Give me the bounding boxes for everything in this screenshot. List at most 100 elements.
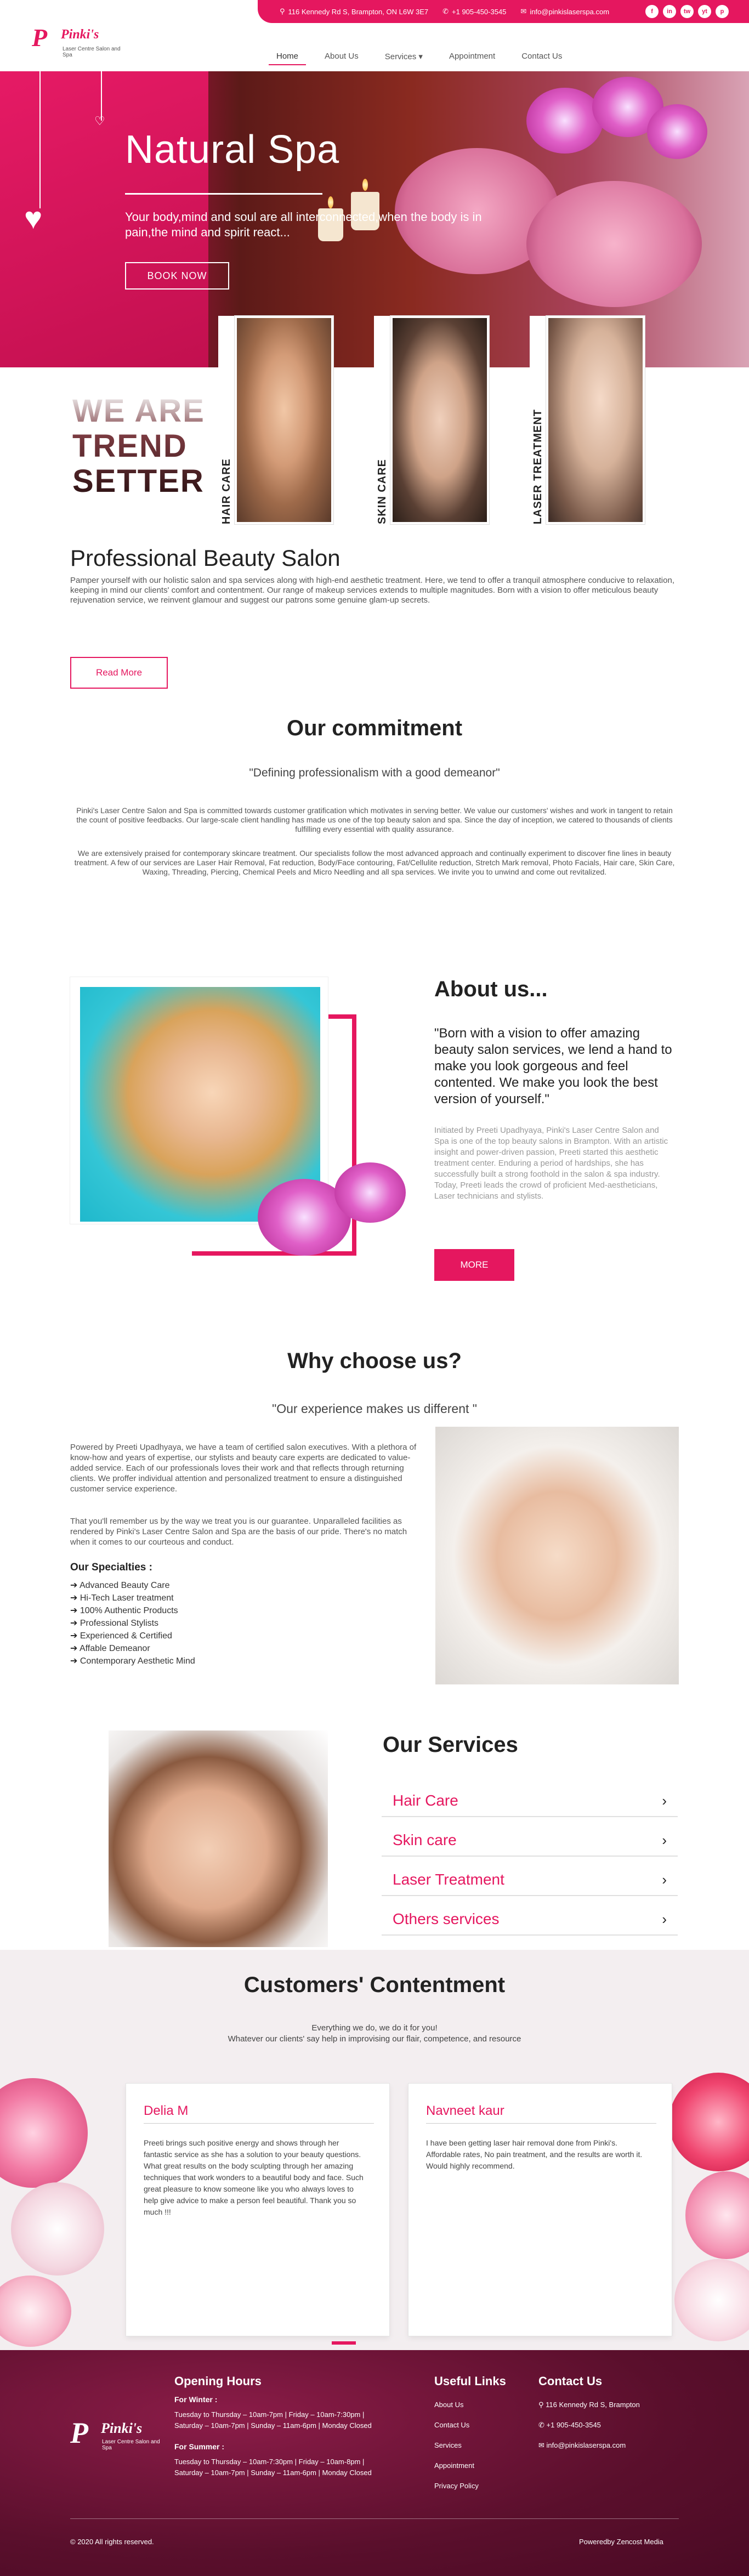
hero-subtitle: Your body,mind and soul are all intercon… [125,210,482,239]
logo-name: Pinki's [61,27,99,42]
read-more-button[interactable]: Read More [70,657,168,689]
service-hair-care[interactable]: Hair Care › [382,1785,678,1817]
specialty-item: 100% Authentic Products [70,1604,195,1617]
winter-hours-1: Tuesday to Thursday – 10am-7pm | Friday … [174,2410,365,2419]
footer-address-text: 116 Kennedy Rd S, Brampton [546,2401,640,2409]
site-logo[interactable]: P Pinki's Laser Centre Salon and Spa [9,15,129,60]
footer-link-about[interactable]: About Us [434,2399,463,2410]
specialties-list: Advanced Beauty Care Hi-Tech Laser treat… [70,1579,195,1667]
summer-hours-2: Saturday – 10am-7pm | Sunday – 11am-6pm … [174,2469,372,2477]
footer-link-appointment[interactable]: Appointment [434,2460,474,2471]
testimonial-card: Delia M Preeti brings such positive ener… [126,2084,389,2336]
skin-care-label-wrap: SKIN CARE [374,316,390,524]
why-title: Why choose us? [287,1349,462,1373]
service-laser-treatment[interactable]: Laser Treatment › [382,1864,678,1896]
specialty-item: Advanced Beauty Care [70,1579,195,1592]
specialty-item: Professional Stylists [70,1617,195,1630]
site-footer: P Pinki's Laser Centre Salon and Spa Ope… [0,2350,749,2576]
nav-about[interactable]: About Us [317,48,366,65]
logo-mark: P [32,24,48,52]
top-contact-bar: ⚲ 116 Kennedy Rd S, Brampton, ON L6W 3E7 … [258,0,749,23]
contact-title: Contact Us [538,2374,603,2388]
youtube-icon[interactable]: yt [698,5,712,18]
hair-care-card[interactable]: HAIR CARE [218,316,333,524]
trend-line-3: SETTER [72,463,205,499]
twitter-icon[interactable]: tw [680,5,694,18]
footer-link-services[interactable]: Services [434,2440,462,2451]
peony-image [11,2182,104,2276]
divider [426,2123,656,2124]
chevron-right-icon: › [662,1871,667,1888]
skin-care-card[interactable]: SKIN CARE [374,316,489,524]
divider [144,2123,374,2124]
heart-string [39,71,41,208]
service-skin-care[interactable]: Skin care › [382,1825,678,1857]
hero-title: Natural Spa [125,128,340,172]
testimonial-text: I have been getting laser hair removal d… [426,2138,643,2170]
orchid-image-3 [647,104,707,159]
specialties-title: Our Specialties : [70,1562,152,1573]
footer-logo-name: Pinki's [101,2420,143,2436]
instagram-icon[interactable]: in [663,5,677,18]
why-quote: "Our experience makes us different " [272,1402,477,1416]
carousel-indicator[interactable] [332,2341,356,2345]
trend-line-2: TREND [72,428,188,464]
hair-care-label-wrap: HAIR CARE [218,316,235,524]
phone-icon: ✆ [442,7,449,15]
nav-home[interactable]: Home [269,48,307,65]
specialty-item: Affable Demeanor [70,1642,195,1655]
heart-string-2 [101,71,102,121]
why-text-1: Powered by Preeti Upadhyaya, we have a t… [70,1443,417,1494]
chevron-right-icon: › [662,1831,667,1848]
service-others[interactable]: Others services › [382,1904,678,1936]
powered-by[interactable]: Poweredby Zencost Media [579,2537,663,2547]
service-label: Others services [393,1910,500,1927]
phone-item[interactable]: ✆ +1 905-450-3545 [442,7,506,16]
laser-treatment-label-wrap: LASER TREATMENT [530,316,546,524]
footer-logo-tagline: Laser Centre Salon and Spa [102,2439,160,2451]
service-label: Skin care [393,1831,457,1848]
pinterest-icon[interactable]: p [716,5,729,18]
services-title: Our Services [383,1733,518,1757]
phone-text[interactable]: +1 905-450-3545 [452,8,506,16]
email-item[interactable]: ✉ info@pinkislaserspa.com [520,7,609,16]
book-now-button[interactable]: BOOK NOW [125,262,229,290]
nav-contact[interactable]: Contact Us [514,48,570,65]
email-text[interactable]: info@pinkislaserspa.com [530,8,609,16]
about-text: Initiated by Preeti Upadhyaya, Pinki's L… [434,1126,668,1201]
links-title: Useful Links [434,2374,506,2388]
nav-services[interactable]: Services ▾ [377,48,430,65]
skin-care-photo [390,316,489,524]
location-icon: ⚲ [280,7,285,15]
professional-text: Pamper yourself with our holistic salon … [70,576,674,605]
testimonial-text: Preeti brings such positive energy and s… [144,2138,364,2216]
footer-email-text[interactable]: info@pinkislaserspa.com [547,2441,626,2449]
laser-treatment-label: LASER TREATMENT [531,408,544,524]
chevron-right-icon: › [662,1792,667,1809]
why-text-2: That you'll remember us by the way we tr… [70,1517,407,1547]
footer-phone-text[interactable]: +1 905-450-3545 [547,2421,601,2429]
laser-treatment-card[interactable]: LASER TREATMENT [530,316,645,524]
orchid-image [526,88,603,154]
commitment-text-1: Pinki's Laser Centre Salon and Spa is co… [76,806,673,833]
footer-email[interactable]: ✉ info@pinkislaserspa.com [538,2440,626,2451]
address-text: 116 Kennedy Rd S, Brampton, ON L6W 3E7 [288,7,429,16]
commitment-title: Our commitment [286,716,463,740]
testimonial-name: Delia M [144,2103,189,2118]
flame-image-2 [328,196,333,208]
more-button[interactable]: MORE [434,1249,514,1281]
logo-tagline: Laser Centre Salon and Spa [63,46,121,58]
footer-logo[interactable]: P Pinki's Laser Centre Salon and Spa [70,2416,169,2454]
facebook-icon[interactable]: f [645,5,659,18]
commitment-quote: "Defining professionalism with a good de… [249,767,500,779]
nav-appointment[interactable]: Appointment [441,48,503,65]
skin-care-label: SKIN CARE [376,458,388,524]
footer-link-privacy[interactable]: Privacy Policy [434,2481,479,2492]
footer-link-contact[interactable]: Contact Us [434,2420,469,2431]
footer-phone[interactable]: ✆ +1 905-450-3545 [538,2420,601,2431]
testimonial-name: Navneet kaur [426,2103,504,2118]
service-label: Hair Care [393,1792,458,1809]
footer-divider [70,2518,679,2519]
flame-image [362,179,368,191]
testimonials-sub-1: Everything we do, we do it for you! [311,2023,438,2033]
